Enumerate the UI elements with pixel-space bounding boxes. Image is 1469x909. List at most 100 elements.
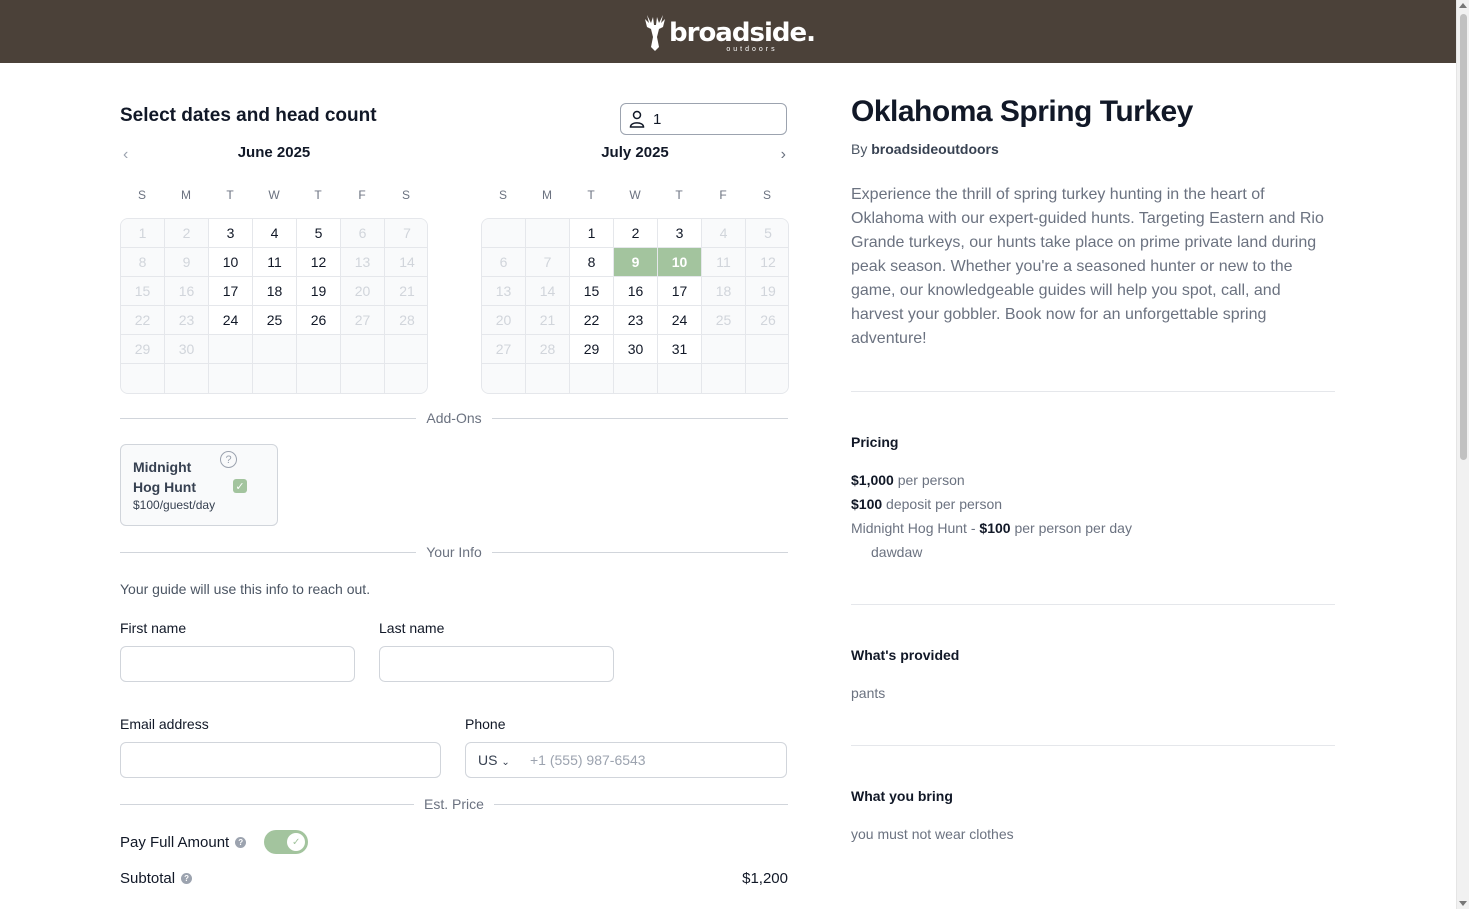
help-icon[interactable]: ?: [220, 451, 237, 468]
day-cell[interactable]: 17: [209, 277, 253, 306]
calendar-june: ‹ June 2025 SMTWTFS 1 2 3 4 5 6 7 8 9 10 11 12 13 14 1…: [120, 143, 428, 394]
day-cell[interactable]: 23: [614, 306, 658, 335]
brand-name: broadside.: [669, 18, 816, 48]
weekday-label: W: [629, 188, 641, 202]
day-cell: 5: [746, 219, 788, 248]
empty-day-cell: [385, 335, 427, 364]
day-cell[interactable]: 26: [297, 306, 341, 335]
country-select[interactable]: US ⌄: [466, 752, 522, 768]
day-cell[interactable]: 5: [297, 219, 341, 248]
day-cell[interactable]: 15: [570, 277, 614, 306]
empty-day-cell: [658, 364, 702, 393]
day-cell[interactable]: 12: [297, 248, 341, 277]
weekday-header: SMTWTFS: [120, 188, 428, 208]
empty-day-cell: [482, 364, 526, 393]
empty-day-cell: [341, 335, 385, 364]
calendar-title: July 2025: [601, 144, 669, 161]
day-cell[interactable]: 19: [297, 277, 341, 306]
first-name-field[interactable]: [120, 646, 355, 682]
empty-day-cell: [746, 335, 788, 364]
brand-logo[interactable]: broadside. outdoors: [641, 9, 816, 54]
day-cell: 6: [482, 248, 526, 277]
pay-full-toggle[interactable]: ✓: [264, 830, 309, 854]
day-cell[interactable]: 3: [209, 219, 253, 248]
weekday-label: T: [675, 188, 683, 202]
day-cell[interactable]: 24: [209, 306, 253, 335]
addons-label: Add-Ons: [426, 410, 482, 426]
empty-day-cell: [614, 364, 658, 393]
day-cell[interactable]: 22: [570, 306, 614, 335]
day-cell: 30: [165, 335, 209, 364]
day-cell[interactable]: 11: [253, 248, 297, 277]
day-cell[interactable]: 2: [614, 219, 658, 248]
day-cell: 29: [121, 335, 165, 364]
day-cell[interactable]: 1: [570, 219, 614, 248]
selected-day-cell[interactable]: 9: [614, 248, 658, 277]
empty-day-cell: [297, 335, 341, 364]
addon-price: $100/guest/day: [133, 498, 216, 512]
provided-title: What's provided: [851, 647, 960, 663]
empty-day-cell: [526, 364, 570, 393]
day-cell: 2: [165, 219, 209, 248]
scroll-thumb[interactable]: [1460, 14, 1467, 460]
bring-text: you must not wear clothes: [851, 826, 1014, 842]
day-cell[interactable]: 29: [570, 335, 614, 364]
scroll-down-arrow-icon[interactable]: [1459, 901, 1467, 906]
price-per-person: $1,000 per person: [851, 472, 965, 488]
selected-day-cell[interactable]: 10: [658, 248, 702, 277]
day-cell[interactable]: 24: [658, 306, 702, 335]
day-grid: 1 2 3 4 5 6 7 8 9 10 11 12 13 14 15 16 17 18 19 20 21 22 23 24 2…: [481, 218, 789, 394]
page-scrollbar[interactable]: [1456, 0, 1469, 909]
empty-day-cell: [165, 364, 209, 393]
day-cell[interactable]: 3: [658, 219, 702, 248]
weekday-label: S: [762, 188, 771, 202]
empty-day-cell: [209, 364, 253, 393]
scroll-up-arrow-icon[interactable]: [1459, 3, 1467, 8]
day-cell: 1: [121, 219, 165, 248]
email-label: Email address: [120, 716, 209, 732]
addon-price-value: $100: [979, 520, 1011, 536]
day-cell: 27: [341, 306, 385, 335]
subtotal-value: $1,200: [742, 870, 788, 887]
listing-description: Experience the thrill of spring turkey h…: [851, 186, 1324, 347]
subtotal-label: Subtotal: [120, 870, 176, 887]
section-divider: [851, 391, 1335, 392]
day-cell[interactable]: 10: [209, 248, 253, 277]
listing-title: Oklahoma Spring Turkey: [851, 95, 1193, 128]
day-cell[interactable]: 8: [570, 248, 614, 277]
day-cell[interactable]: 30: [614, 335, 658, 364]
weekday-label: S: [137, 188, 146, 202]
day-cell[interactable]: 25: [253, 306, 297, 335]
day-cell[interactable]: 18: [253, 277, 297, 306]
deposit-line: $100 deposit per person: [851, 496, 1002, 512]
subtotal-row: Subtotal ? $1,200: [120, 870, 788, 887]
help-icon[interactable]: ?: [235, 836, 247, 848]
last-name-field[interactable]: [379, 646, 614, 682]
weekday-label: S: [498, 188, 507, 202]
email-field[interactable]: [120, 742, 441, 778]
day-cell: 21: [526, 306, 570, 335]
first-name-label: First name: [120, 620, 187, 636]
price-divider: Est. Price: [120, 794, 788, 814]
addon-checkbox[interactable]: ✓: [233, 479, 247, 493]
day-cell[interactable]: 4: [253, 219, 297, 248]
day-cell[interactable]: 31: [658, 335, 702, 364]
day-cell[interactable]: 16: [614, 277, 658, 306]
day-cell: 13: [482, 277, 526, 306]
headcount-input[interactable]: 1: [620, 103, 787, 135]
day-cell: 18: [702, 277, 746, 306]
phone-field[interactable]: US ⌄ +1 (555) 987-6543: [465, 742, 787, 778]
prev-month-icon[interactable]: ‹: [123, 146, 128, 164]
empty-day-cell: [253, 335, 297, 364]
addon-card[interactable]: Midnight Hog Hunt $100/guest/day ? ✓: [120, 444, 278, 526]
price-suffix: per person: [897, 472, 965, 488]
outfitter-link[interactable]: broadsideoutdoors: [871, 141, 999, 157]
day-cell: 15: [121, 277, 165, 306]
info-divider: Your Info: [120, 542, 788, 562]
pricing-title: Pricing: [851, 434, 899, 450]
day-cell: 21: [385, 277, 427, 306]
next-month-icon[interactable]: ›: [781, 146, 786, 164]
help-icon[interactable]: ?: [181, 873, 193, 884]
day-cell[interactable]: 17: [658, 277, 702, 306]
day-cell: 20: [482, 306, 526, 335]
